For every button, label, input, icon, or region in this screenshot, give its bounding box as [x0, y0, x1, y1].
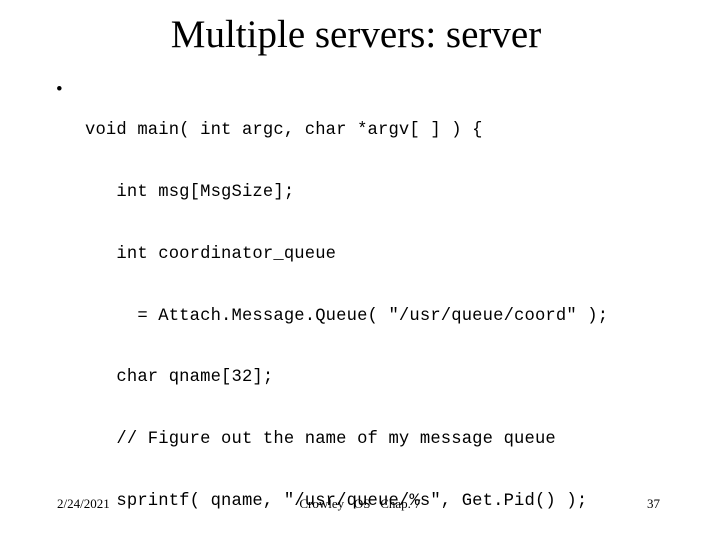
code-line: char qname[32]; — [85, 368, 274, 388]
slide: Multiple servers: server • void main( in… — [0, 0, 720, 540]
bullet-icon: • — [56, 79, 63, 100]
page-title: Multiple servers: server — [170, 13, 542, 56]
code-line: int msg[MsgSize]; — [85, 182, 295, 202]
bullet-row: • void main( int argc, char *argv[ ] ) {… — [56, 79, 716, 540]
code-line: int coordinator_queue — [85, 244, 337, 264]
code-line: // Figure out the name of my message que… — [85, 430, 556, 450]
code-block: • void main( int argc, char *argv[ ] ) {… — [56, 79, 716, 540]
code-line: void main( int argc, char *argv[ ] ) { — [85, 121, 483, 141]
code-listing: void main( int argc, char *argv[ ] ) { i… — [56, 80, 716, 540]
footer-attribution: Crowley OS Chap. 7 — [299, 496, 421, 511]
code-line: = Attach.Message.Queue( "/usr/queue/coor… — [85, 306, 609, 326]
slide-footer: 2/24/2021 Crowley OS Chap. 7 37 — [0, 494, 720, 518]
footer-page-number: 37 — [647, 496, 660, 511]
